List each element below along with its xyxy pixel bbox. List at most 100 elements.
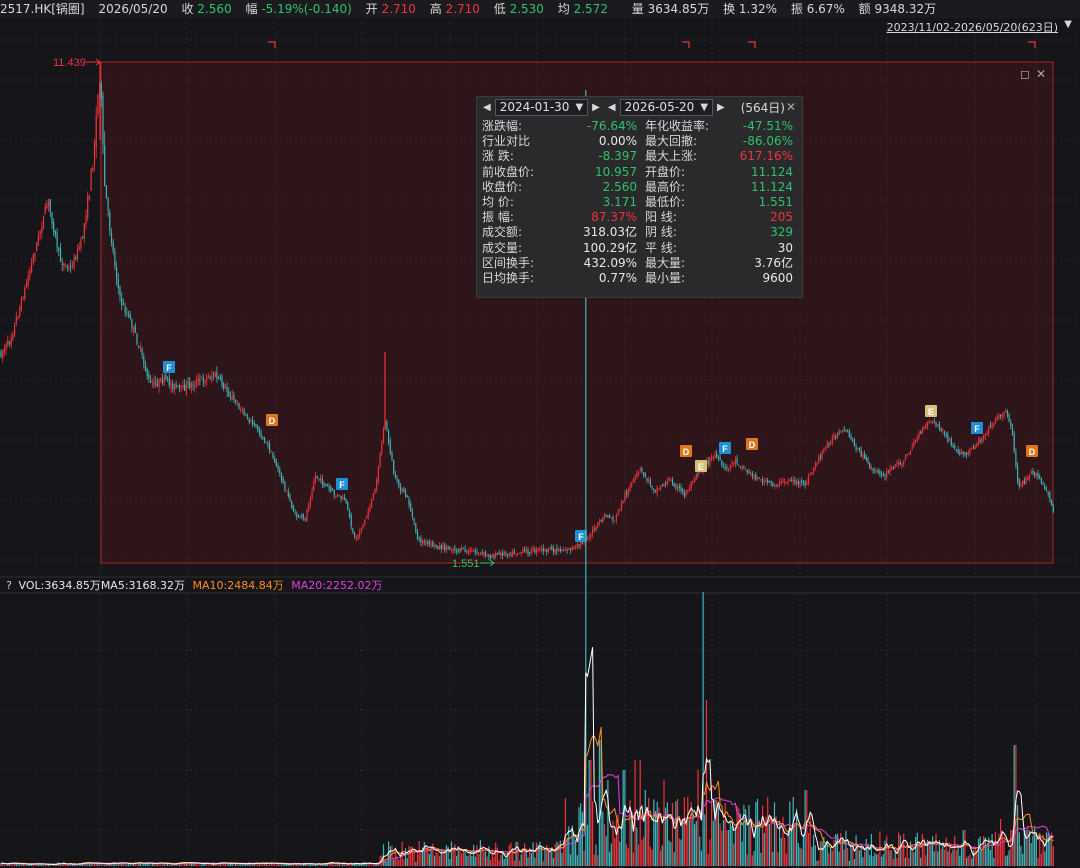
volume-bar: [685, 823, 687, 866]
candle-body: [687, 490, 689, 492]
candle-body: [359, 531, 361, 536]
volume-bar: [194, 863, 196, 866]
candle-body: [486, 554, 488, 556]
candle-body: [862, 455, 864, 458]
candle-body: [444, 544, 446, 550]
range-dropdown-icon[interactable]: ▼: [1064, 19, 1072, 30]
volume-bar: [687, 796, 689, 866]
date-range-link[interactable]: 2023/11/02-2026/05/20(623日): [887, 19, 1058, 35]
next-end-arrow-icon[interactable]: ▶: [717, 102, 725, 113]
volume-bar: [595, 844, 597, 866]
close-icon[interactable]: ✕: [1036, 67, 1046, 81]
candle-body: [134, 325, 136, 333]
candle-body: [126, 312, 128, 314]
candle-body: [824, 447, 827, 450]
candle-body: [70, 266, 72, 268]
candle-body: [767, 479, 769, 483]
volume-bar: [452, 849, 454, 866]
volume-bar: [981, 849, 983, 866]
ma5-value: MA5:3168.32万: [100, 579, 186, 592]
candle-body: [688, 487, 691, 491]
candle-body: [372, 493, 374, 499]
candle-body: [612, 516, 614, 521]
candle-body: [450, 550, 453, 552]
stats-l2: 最小量:: [645, 271, 686, 286]
candle-body: [445, 547, 447, 551]
candle-body: [393, 459, 395, 473]
candle-body: [24, 287, 26, 299]
candle-body: [1049, 492, 1051, 501]
prev-start-arrow-icon[interactable]: ◀: [483, 102, 491, 113]
candle-body: [199, 379, 201, 381]
stats-l2: 最高价:: [645, 179, 686, 194]
candle-body: [484, 551, 487, 556]
volume-bar: [991, 834, 993, 866]
candle-body: [233, 395, 235, 400]
volume-bar: [527, 857, 529, 866]
candle-body: [510, 554, 512, 556]
candle-body: [432, 541, 434, 547]
candle-body: [156, 383, 158, 386]
volume-bar: [197, 864, 199, 866]
stats-l: 成交量:: [482, 240, 523, 255]
candle-body: [556, 548, 558, 552]
candle-body: [801, 480, 803, 483]
candle-body: [1052, 505, 1054, 513]
candle-body: [818, 457, 820, 464]
volume-bar: [143, 863, 145, 866]
volume-bar: [444, 851, 446, 866]
prev-end-arrow-icon[interactable]: ◀: [608, 102, 616, 113]
candle-body: [90, 169, 92, 191]
volume-bar: [367, 863, 369, 866]
candle-body: [36, 242, 38, 251]
candle-body: [549, 547, 551, 549]
volume-bar: [760, 852, 762, 866]
candle-body: [675, 486, 677, 489]
candle-body: [977, 440, 980, 445]
volume-bar: [733, 843, 735, 866]
candle-body: [794, 479, 796, 484]
candle-body: [219, 376, 221, 379]
candle-body: [535, 548, 538, 554]
candle-body: [39, 231, 41, 235]
volume-bar: [590, 760, 592, 866]
candle-body: [178, 384, 181, 389]
restore-icon[interactable]: ◻: [1020, 67, 1030, 81]
candle-body: [355, 538, 357, 540]
candle-body: [466, 550, 468, 552]
candle-body: [787, 481, 789, 483]
candle-body: [350, 515, 352, 527]
next-start-arrow-icon[interactable]: ▶: [592, 102, 600, 113]
volume-bar: [1018, 832, 1020, 866]
start-date-value: 2024-01-30: [499, 99, 570, 114]
volume-bar: [454, 844, 456, 866]
close-icon[interactable]: ✕: [786, 100, 796, 114]
candle-body: [869, 463, 871, 469]
volume-bar: [365, 864, 368, 866]
candle-body: [202, 377, 204, 382]
volume-bar: [296, 864, 298, 866]
volume-bar: [104, 864, 106, 866]
candle-body: [80, 239, 82, 249]
candle-body: [741, 467, 743, 469]
help-icon[interactable]: ?: [3, 578, 15, 594]
candle-body: [3, 348, 5, 353]
end-date-select[interactable]: 2026-05-20 ▼: [619, 98, 714, 116]
candle-body: [362, 524, 364, 528]
candle-body: [194, 385, 196, 387]
volume-bar: [637, 844, 640, 866]
candle-body: [867, 458, 869, 463]
volume-bar: [683, 797, 685, 866]
candle-body: [456, 551, 458, 552]
candle-body: [712, 456, 714, 459]
volume-bar: [1044, 851, 1046, 866]
candle-body: [17, 316, 19, 319]
candle-body: [119, 287, 121, 297]
start-date-select[interactable]: 2024-01-30 ▼: [494, 98, 589, 116]
stats-l2: 最大上涨:: [645, 149, 698, 164]
candle-body: [75, 258, 77, 260]
candle-body: [175, 384, 177, 387]
volume-bar: [974, 847, 976, 866]
candle-body: [320, 478, 322, 481]
candle-body: [168, 377, 170, 386]
